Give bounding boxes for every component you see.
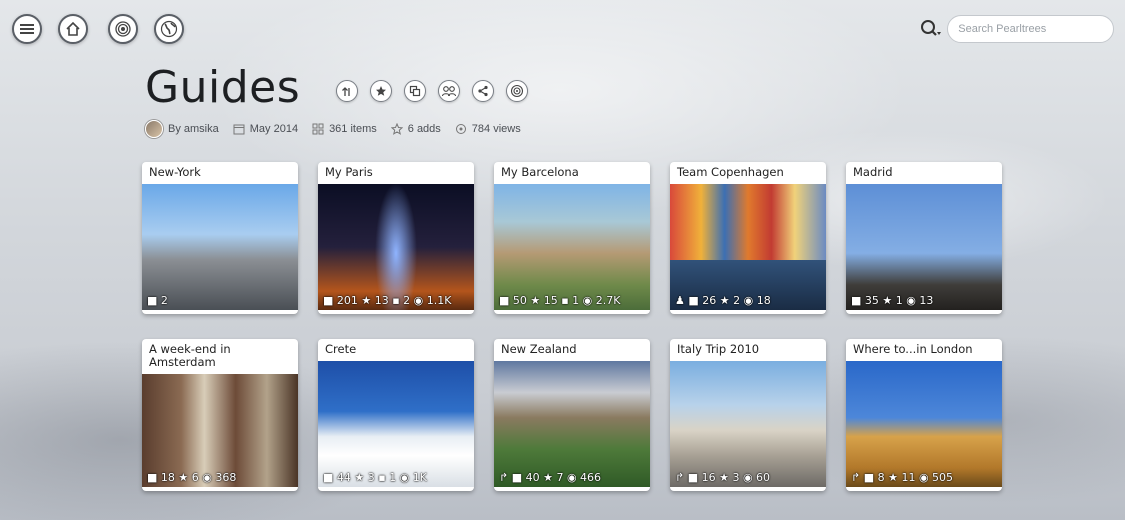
- search-bar: [914, 12, 1114, 46]
- app-frame: Guides By amsika May 2014: [8, 8, 1118, 512]
- collection-meta: By amsika May 2014 361 items 6 adds 784 …: [145, 120, 521, 138]
- card-stats: ■ 2: [147, 294, 168, 307]
- card-title: Team Copenhagen: [677, 165, 784, 179]
- card-crete[interactable]: Crete ■ 44 ★ 3 ▪ 1 ◉ 1K: [318, 339, 474, 491]
- radar-button[interactable]: [108, 14, 138, 44]
- card-stats: ↱ ■ 40 ★ 7 ◉ 466: [499, 471, 602, 484]
- card-team-copenhagen[interactable]: Team Copenhagen ♟ ■ 26 ★ 2 ◉ 18: [670, 162, 826, 314]
- card-stats: ■ 44 ★ 3 ▪ 1 ◉ 1K: [323, 471, 427, 484]
- card-my-paris[interactable]: My Paris ■ 201 ★ 13 ▪ 2 ◉ 1.1K: [318, 162, 474, 314]
- views-count: 784 views: [455, 123, 521, 135]
- adds-label: 6 adds: [407, 123, 441, 135]
- card-thumbnail: ↱ ■ 16 ★ 3 ◉ 60: [670, 361, 826, 487]
- team-icon: [442, 86, 456, 97]
- date-label: May 2014: [249, 123, 299, 135]
- globe-icon: [160, 20, 178, 38]
- search-icon[interactable]: [914, 12, 947, 46]
- card-thumbnail: ■ 50 ★ 15 ▪ 1 ◉ 2.7K: [494, 184, 650, 310]
- upload-icon: [342, 87, 350, 96]
- items-label: 361 items: [329, 123, 377, 135]
- card-thumbnail: ■ 18 ★ 6 ◉ 368: [142, 374, 298, 487]
- card-title: Madrid: [853, 165, 893, 179]
- card-stats: ■ 50 ★ 15 ▪ 1 ◉ 2.7K: [499, 294, 621, 307]
- radar-icon: [115, 21, 131, 37]
- card-title: Crete: [325, 342, 357, 356]
- card-thumbnail: ■ 44 ★ 3 ▪ 1 ◉ 1K: [318, 361, 474, 487]
- favorite-button[interactable]: [370, 80, 392, 102]
- star-outline-icon: [390, 123, 403, 135]
- calendar-icon: [233, 124, 245, 135]
- team-button[interactable]: [438, 80, 460, 102]
- card-title: New-York: [149, 165, 201, 179]
- guides-grid: New-York ■ 2 My Paris ■ 201 ★ 13 ▪ 2 ◉ 1…: [142, 162, 1002, 491]
- items-count: 361 items: [312, 123, 377, 135]
- card-thumbnail: ↱ ■ 8 ★ 11 ◉ 505: [846, 361, 1002, 487]
- eye-icon: [455, 124, 466, 134]
- card-stats: ↱ ■ 16 ★ 3 ◉ 60: [675, 471, 771, 484]
- target-icon: [510, 84, 524, 98]
- grid-icon: [312, 123, 324, 135]
- share-button[interactable]: [472, 80, 494, 102]
- card-title: A week-end in Amsterdam: [149, 342, 231, 369]
- card-thumbnail: ■ 2: [142, 184, 298, 310]
- home-icon: [66, 21, 80, 36]
- upload-button[interactable]: [336, 80, 358, 102]
- card-stats: ♟ ■ 26 ★ 2 ◉ 18: [675, 294, 771, 307]
- copy-icon: [409, 85, 421, 97]
- card-amsterdam[interactable]: A week-end in Amsterdam ■ 18 ★ 6 ◉ 368: [142, 339, 298, 491]
- hamburger-icon: [20, 24, 34, 34]
- card-thumbnail: ♟ ■ 26 ★ 2 ◉ 18: [670, 184, 826, 310]
- avatar: [145, 120, 163, 138]
- card-thumbnail: ↱ ■ 40 ★ 7 ◉ 466: [494, 361, 650, 487]
- card-italy-trip[interactable]: Italy Trip 2010 ↱ ■ 16 ★ 3 ◉ 60: [670, 339, 826, 491]
- card-thumbnail: ■ 35 ★ 1 ◉ 13: [846, 184, 1002, 310]
- card-new-york[interactable]: New-York ■ 2: [142, 162, 298, 314]
- card-stats: ■ 18 ★ 6 ◉ 368: [147, 471, 237, 484]
- card-london[interactable]: Where to...in London ↱ ■ 8 ★ 11 ◉ 505: [846, 339, 1002, 491]
- card-madrid[interactable]: Madrid ■ 35 ★ 1 ◉ 13: [846, 162, 1002, 314]
- explore-button[interactable]: [154, 14, 184, 44]
- card-thumbnail: ■ 201 ★ 13 ▪ 2 ◉ 1.1K: [318, 184, 474, 310]
- target-button[interactable]: [506, 80, 528, 102]
- menu-button[interactable]: [12, 14, 42, 44]
- copy-button[interactable]: [404, 80, 426, 102]
- card-title: Italy Trip 2010: [677, 342, 760, 356]
- star-icon: [376, 86, 386, 96]
- adds-count: 6 adds: [390, 123, 441, 135]
- author-label: By amsika: [168, 123, 219, 135]
- card-title: My Barcelona: [501, 165, 579, 179]
- collection-actions: [336, 80, 528, 102]
- author[interactable]: By amsika: [145, 120, 219, 138]
- search-input[interactable]: [947, 15, 1114, 43]
- card-title: New Zealand: [501, 342, 577, 356]
- card-stats: ■ 35 ★ 1 ◉ 13: [851, 294, 934, 307]
- home-button[interactable]: [58, 14, 88, 44]
- card-new-zealand[interactable]: New Zealand ↱ ■ 40 ★ 7 ◉ 466: [494, 339, 650, 491]
- card-title: Where to...in London: [853, 342, 973, 356]
- card-my-barcelona[interactable]: My Barcelona ■ 50 ★ 15 ▪ 1 ◉ 2.7K: [494, 162, 650, 314]
- card-stats: ↱ ■ 8 ★ 11 ◉ 505: [851, 471, 954, 484]
- card-stats: ■ 201 ★ 13 ▪ 2 ◉ 1.1K: [323, 294, 452, 307]
- views-label: 784 views: [471, 123, 521, 135]
- card-title: My Paris: [325, 165, 373, 179]
- share-icon: [478, 85, 488, 97]
- page-title: Guides: [145, 62, 301, 113]
- date: May 2014: [233, 123, 298, 135]
